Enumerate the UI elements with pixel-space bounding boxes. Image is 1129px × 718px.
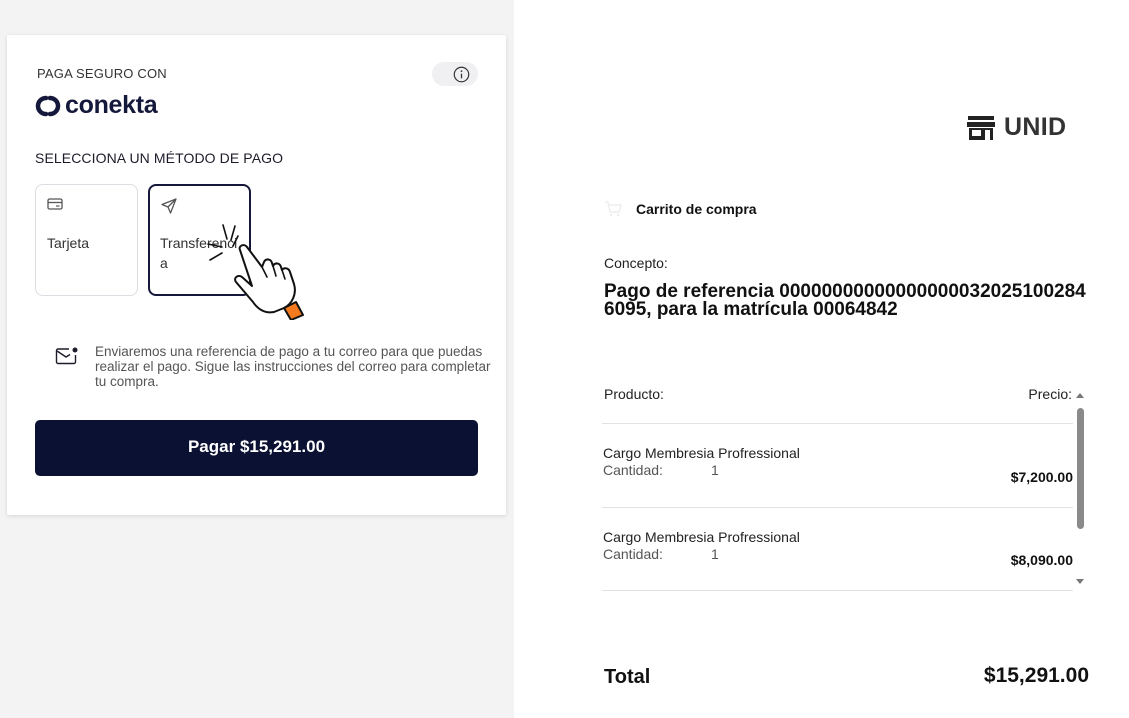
info-icon: [453, 66, 470, 82]
summary-panel: [514, 0, 1129, 718]
column-product-header: Producto:: [604, 386, 664, 402]
column-price-header: Precio:: [1028, 386, 1072, 402]
send-icon: [161, 198, 177, 214]
info-button[interactable]: [432, 62, 478, 86]
merchant-name: UNID: [1004, 113, 1067, 141]
pay-button[interactable]: Pagar $15,291.00: [35, 420, 478, 476]
merchant-header: UNID: [966, 113, 1066, 142]
cart-header: Carrito de compra: [604, 201, 757, 217]
credit-card-icon: [47, 198, 63, 210]
item-quantity-label: Cantidad:: [603, 546, 663, 562]
item-price: $7,200.00: [1010, 469, 1073, 485]
secure-label: PAGA SEGURO CON: [37, 66, 167, 81]
total-value: $15,291.00: [983, 664, 1089, 687]
hand-pointer-icon: [207, 224, 304, 320]
scroll-down-arrow-icon[interactable]: [1075, 578, 1085, 586]
notice-text: Enviaremos una referencia de pago a tu c…: [95, 344, 491, 389]
item-name: Cargo Membresia Profressional: [603, 529, 800, 545]
divider: [602, 423, 1073, 424]
conekta-wordmark: conekta: [65, 91, 158, 119]
scroll-up-arrow-icon[interactable]: [1075, 391, 1085, 399]
item-quantity-label: Cantidad:: [603, 462, 663, 478]
cart-title: Carrito de compra: [636, 201, 757, 217]
concepto-value: Pago de referencia 000000000000000000320…: [604, 281, 1086, 320]
shopping-cart-icon: [605, 201, 622, 217]
concepto-label: Concepto:: [604, 255, 668, 271]
divider: [602, 507, 1073, 508]
item-quantity: 1: [711, 546, 719, 562]
item-quantity: 1: [711, 462, 719, 478]
conekta-logo: conekta: [35, 91, 158, 120]
method-tarjeta[interactable]: Tarjeta: [35, 184, 138, 296]
method-tarjeta-label: Tarjeta: [47, 235, 90, 251]
mail-notification-icon: [55, 347, 78, 365]
scrollbar-thumb[interactable]: [1077, 408, 1084, 529]
select-method-label: SELECCIONA UN MÉTODO DE PAGO: [35, 150, 284, 166]
item-name: Cargo Membresia Profressional: [603, 445, 800, 461]
item-price: $8,090.00: [1010, 552, 1073, 568]
conekta-logo-icon: [35, 95, 61, 116]
total-label: Total: [604, 666, 651, 688]
store-icon: [967, 115, 995, 140]
divider: [602, 590, 1073, 591]
